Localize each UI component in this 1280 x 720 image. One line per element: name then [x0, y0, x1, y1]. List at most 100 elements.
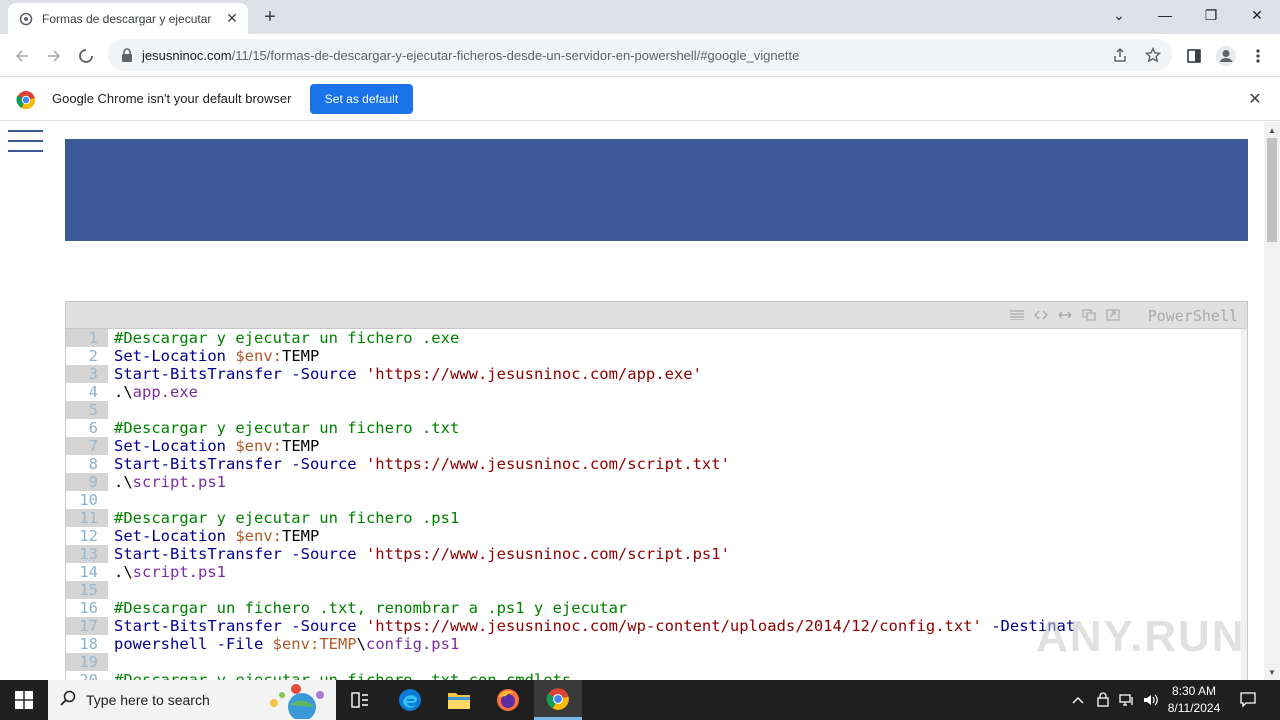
edge-browser-icon[interactable] [386, 680, 434, 720]
task-view-icon[interactable] [336, 680, 384, 720]
code-token: 'https://www.jesusninoc.com/app.exe' [365, 365, 702, 383]
clock-date: 8/11/2024 [1167, 701, 1221, 715]
code-text: Set-Location $env:TEMP [108, 437, 319, 455]
volume-icon[interactable] [1140, 680, 1162, 720]
line-number: 10 [66, 491, 108, 509]
chrome-menu-icon[interactable] [1246, 44, 1270, 68]
infobar-message: Google Chrome isn't your default browser [52, 91, 292, 106]
scroll-up-icon[interactable]: ▲ [1268, 126, 1276, 135]
code-text: #Descargar y ejecutar un fichero .txt co… [108, 671, 571, 680]
tab-active[interactable]: Formas de descargar y ejecutar f ✕ [8, 3, 248, 34]
scroll-down-icon[interactable]: ▼ [1268, 668, 1276, 677]
line-number: 5 [66, 401, 108, 419]
code-token: TEMP [282, 527, 320, 545]
firefox-icon[interactable] [484, 680, 532, 720]
line-number: 3 [66, 365, 108, 383]
code-line: 8 Start-BitsTransfer -Source 'https://www… [66, 455, 1247, 473]
code-language-label: PowerShell [1147, 307, 1238, 325]
set-as-default-button[interactable]: Set as default [310, 84, 413, 114]
new-tab-button[interactable]: + [258, 6, 282, 28]
side-panel-icon[interactable] [1182, 44, 1206, 68]
tab-title: Formas de descargar y ejecutar f [42, 11, 212, 26]
code-line: 7 Set-Location $env:TEMP [66, 437, 1247, 455]
taskbar-clock[interactable]: 8:30 AM 8/11/2024 [1160, 683, 1228, 717]
lock-icon[interactable] [120, 48, 134, 62]
windows-start-icon[interactable] [0, 680, 48, 720]
code-line: 6 #Descargar y ejecutar un fichero .txt [66, 419, 1247, 437]
code-token: \ [356, 635, 366, 653]
share-icon[interactable] [1110, 45, 1130, 65]
code-line: 3 Start-BitsTransfer -Source 'https://www… [66, 365, 1247, 383]
search-placeholder: Type here to search [86, 692, 210, 708]
open-new-window-icon[interactable] [1105, 308, 1121, 322]
back-icon[interactable] [8, 42, 36, 70]
line-number: 7 [66, 437, 108, 455]
code-token: TEMP [282, 347, 320, 365]
copy-icon[interactable] [1081, 308, 1097, 322]
code-line: 1 #Descargar y ejecutar un fichero .exe [66, 329, 1247, 347]
stop-loading-icon[interactable] [72, 42, 100, 70]
expand-width-icon[interactable] [1057, 308, 1073, 322]
code-token: 'https://www.jesusninoc.com/script.ps1' [365, 545, 730, 563]
code-token: Start-BitsTransfer -Source [114, 455, 366, 473]
page-scrollbar[interactable]: ▲ ▼ [1264, 122, 1280, 680]
scrollbar-thumb[interactable] [1267, 138, 1277, 242]
code-text: Start-BitsTransfer -Source 'https://www.… [108, 365, 702, 383]
code-line: 4 .\app.exe [66, 383, 1247, 401]
url-text: jesusninoc.com/11/15/formas-de-descargar… [142, 48, 799, 63]
line-number: 13 [66, 545, 108, 563]
taskbar-search-box[interactable]: Type here to search [48, 680, 336, 720]
ad-banner[interactable] [65, 139, 1248, 241]
code-token: 'https://www.jesusninoc.com/wp-content/u… [365, 617, 982, 635]
line-number: 12 [66, 527, 108, 545]
code-line: 11 #Descargar y ejecutar un fichero .ps1 [66, 509, 1247, 527]
code-token: Set-Location [114, 347, 236, 365]
watermark-logo: ANY.RUN [1036, 612, 1246, 661]
forward-icon[interactable] [40, 42, 68, 70]
code-toolbar: PowerShell [66, 302, 1247, 329]
code-token: #Descargar y ejecutar un fichero .exe [114, 329, 460, 347]
code-token: $env: [235, 347, 282, 365]
hamburger-menu-icon[interactable] [8, 130, 44, 156]
tray-chevron-up-icon[interactable] [1068, 680, 1088, 720]
security-tray-icon[interactable] [1092, 680, 1114, 720]
tab-close-icon[interactable]: ✕ [224, 10, 240, 26]
network-icon[interactable] [1116, 680, 1138, 720]
code-line: 15 [66, 581, 1247, 599]
code-line: 10 [66, 491, 1247, 509]
code-token: script.ps1 [132, 563, 226, 581]
url-host: jesusninoc.com [142, 47, 232, 63]
code-text: #Descargar y ejecutar un fichero .ps1 [108, 509, 459, 527]
code-line: 5 [66, 401, 1247, 419]
code-token: #Descargar un fichero .txt, renombrar a … [114, 599, 628, 617]
code-line: 14 .\script.ps1 [66, 563, 1247, 581]
chrome-logo-icon [16, 90, 36, 110]
bookmark-star-icon[interactable] [1143, 45, 1163, 65]
notifications-icon[interactable] [1236, 680, 1260, 720]
address-bar[interactable]: jesusninoc.com/11/15/formas-de-descargar… [108, 39, 1172, 71]
code-text: .\script.ps1 [108, 563, 226, 581]
line-number: 8 [66, 455, 108, 473]
tab-strip: Formas de descargar y ejecutar f ✕ + ⌄ —… [0, 0, 1280, 34]
toggle-plain-icon[interactable] [1009, 308, 1025, 322]
code-token: $env: [272, 635, 320, 653]
loading-favicon-icon [18, 11, 34, 27]
minimize-button[interactable]: — [1142, 0, 1188, 30]
code-token: Start-BitsTransfer -Source [114, 617, 366, 635]
file-explorer-icon[interactable] [435, 680, 483, 720]
restore-button[interactable]: ❐ [1188, 0, 1234, 30]
profile-avatar-icon[interactable] [1214, 44, 1238, 68]
code-line: 20 #Descargar y ejecutar un fichero .txt … [66, 671, 1247, 680]
infobar-close-icon[interactable]: ✕ [1246, 90, 1264, 108]
tab-search-icon[interactable]: ⌄ [1096, 0, 1142, 30]
line-number: 20 [66, 671, 108, 680]
line-number: 19 [66, 653, 108, 671]
chrome-taskbar-icon[interactable] [534, 680, 582, 720]
code-token: config.ps1 [365, 635, 460, 653]
code-token: Start-BitsTransfer -Source [114, 545, 366, 563]
view-source-icon[interactable] [1033, 308, 1049, 322]
close-window-button[interactable]: ✕ [1234, 0, 1280, 30]
